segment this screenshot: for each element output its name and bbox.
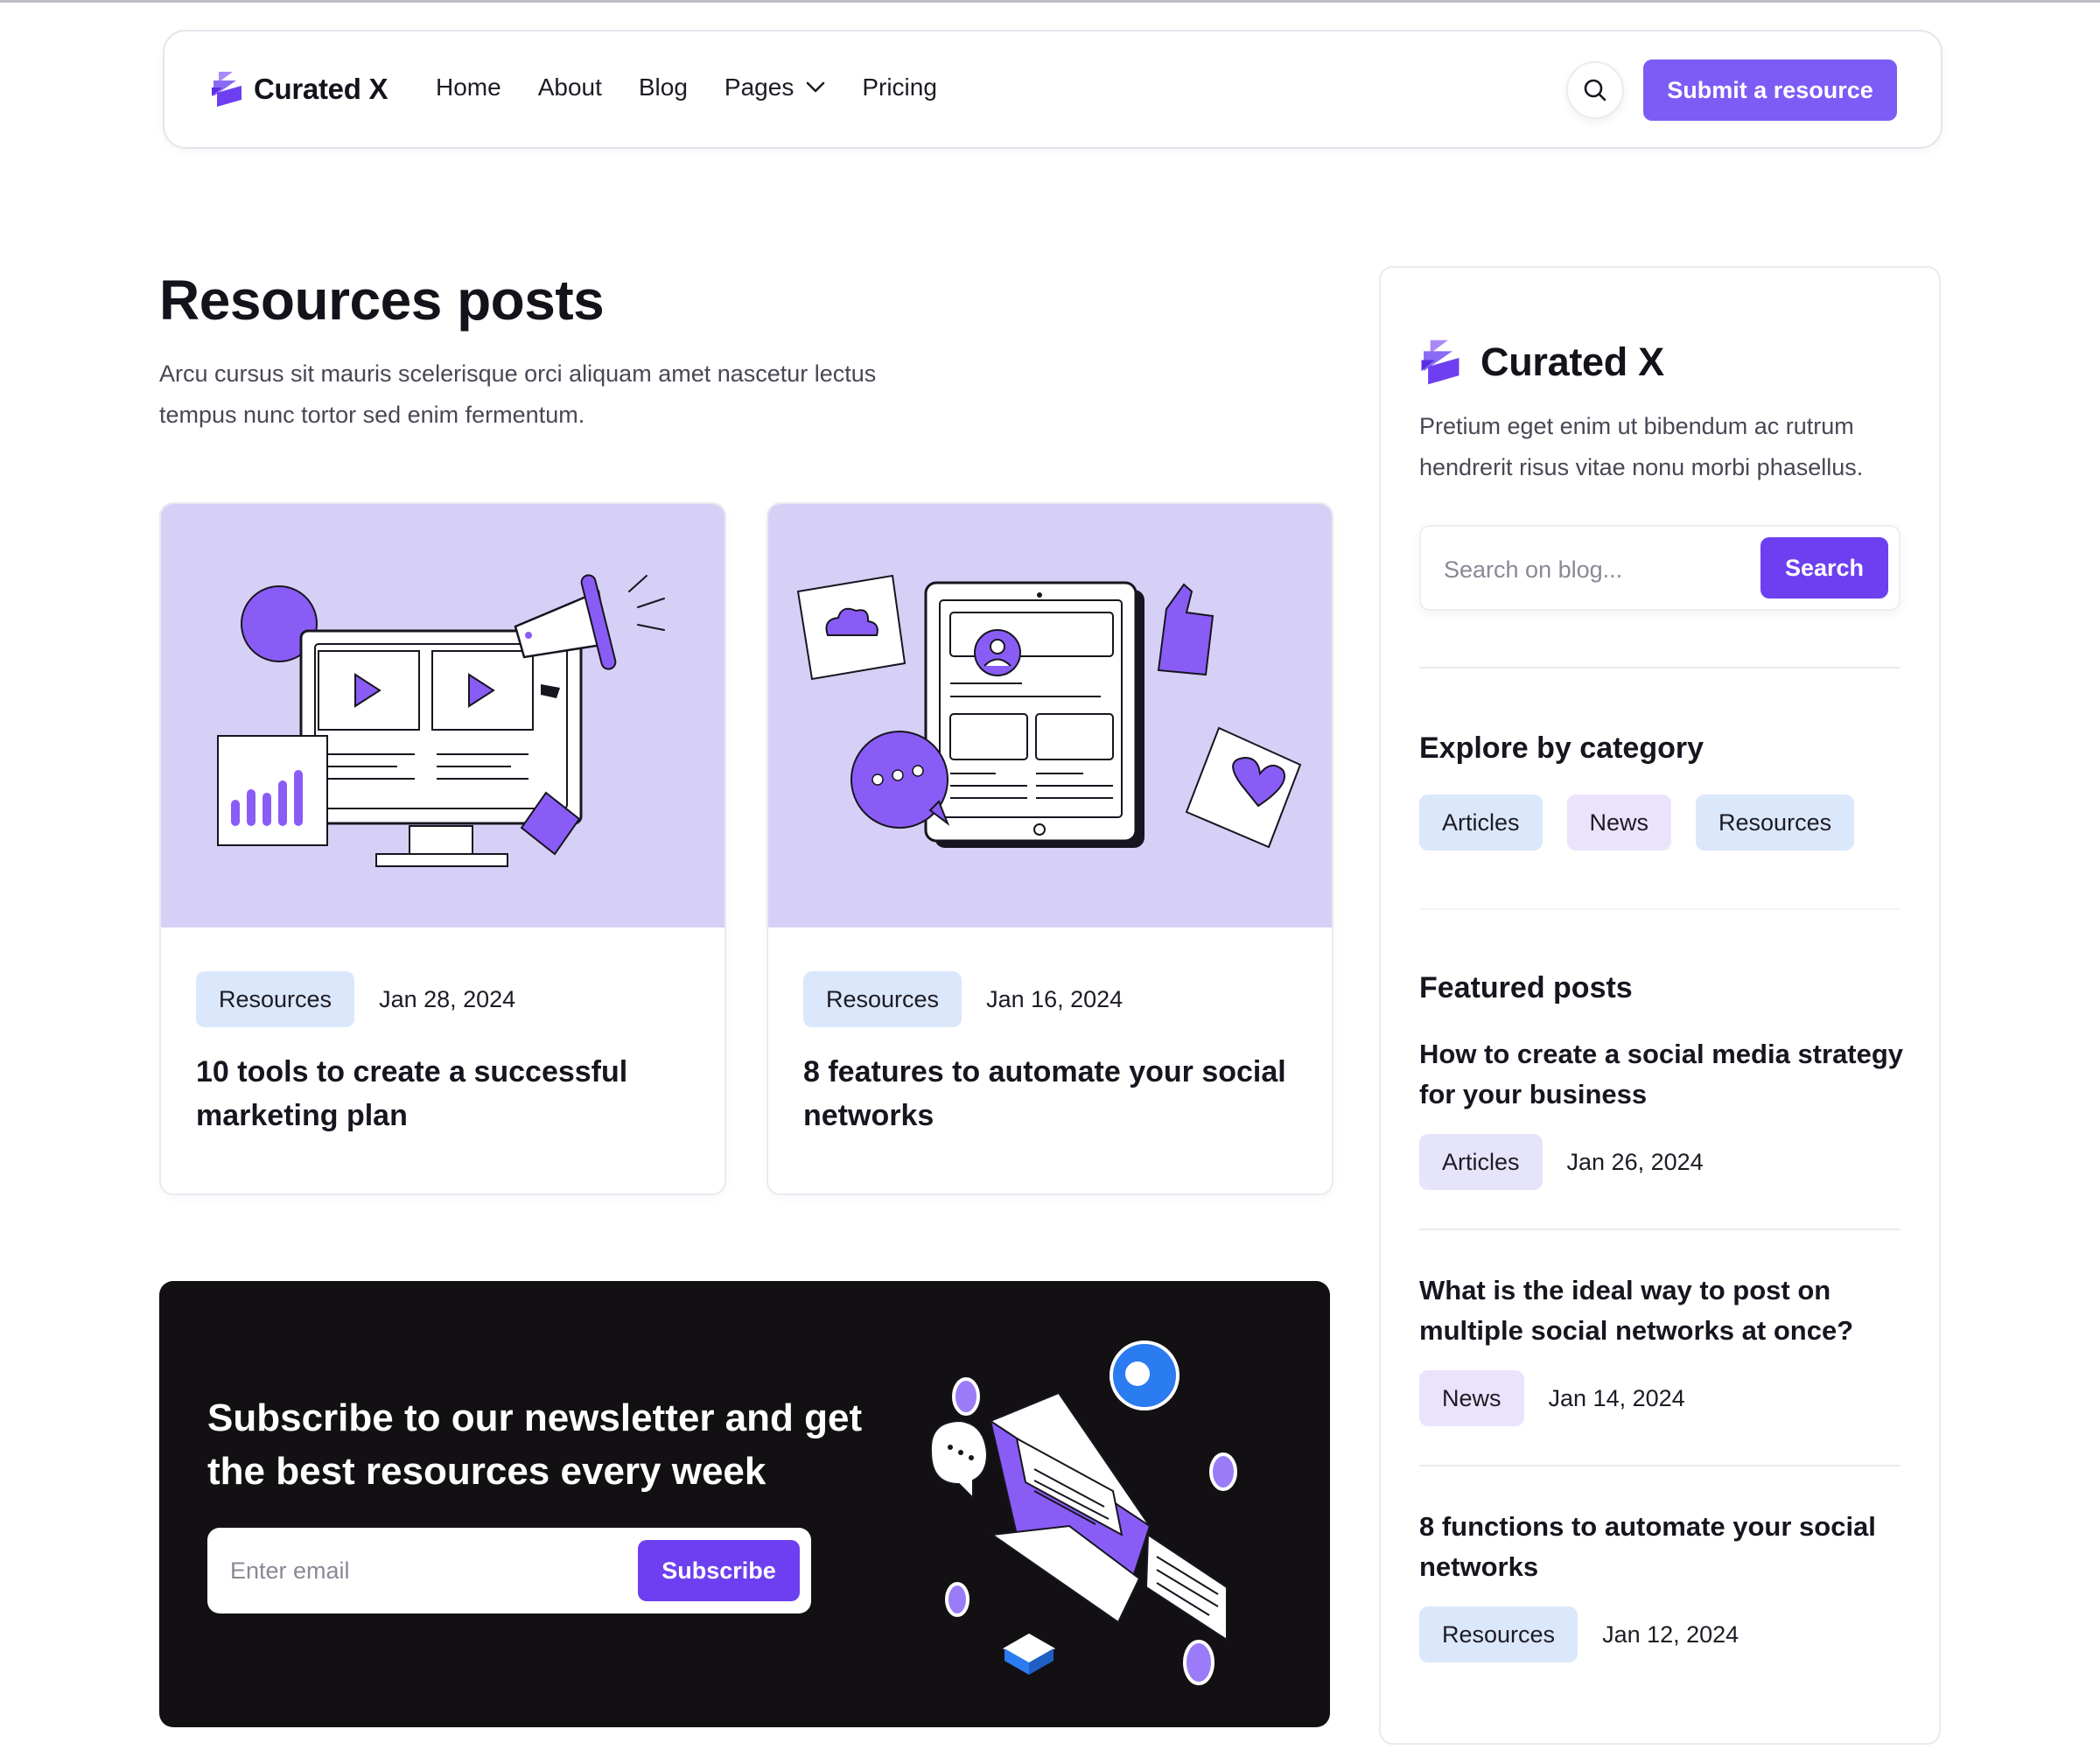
blog-search-button[interactable]: Search <box>1760 537 1888 598</box>
divider <box>1419 667 1900 668</box>
featured-post-title[interactable]: How to create a social media strategy fo… <box>1419 1034 1909 1115</box>
blog-search: Search <box>1419 525 1900 611</box>
page-title: Resources posts <box>159 269 605 332</box>
category-tag[interactable]: Resources <box>196 971 355 1027</box>
category-articles[interactable]: Articles <box>1419 794 1543 850</box>
nav-pages[interactable]: Pages <box>724 74 825 102</box>
newsletter-section: Subscribe to our newsletter and get the … <box>159 1281 1330 1727</box>
site-header: Curated X Home About Blog Pages Pricing … <box>163 30 1942 149</box>
featured-post-date: Jan 14, 2024 <box>1548 1384 1685 1411</box>
featured-post-meta: News Jan 14, 2024 <box>1419 1370 1909 1426</box>
divider <box>1419 1465 1900 1466</box>
marketing-illustration <box>217 574 665 867</box>
post-title[interactable]: 10 tools to create a successful marketin… <box>196 1050 704 1138</box>
sidebar-description: Pretium eget enim ut bibendum ac rutrum … <box>1419 413 1864 480</box>
featured-post-title[interactable]: 8 functions to automate your social netw… <box>1419 1507 1909 1587</box>
post-card[interactable]: Resources Jan 28, 2024 10 tools to creat… <box>159 502 726 1195</box>
post-card[interactable]: Resources Jan 16, 2024 8 features to aut… <box>766 502 1334 1195</box>
featured-post[interactable]: 8 functions to automate your social netw… <box>1419 1507 1909 1662</box>
submit-resource-button[interactable]: Submit a resource <box>1643 60 1897 121</box>
featured-heading: Featured posts <box>1419 971 1633 1004</box>
categories-heading: Explore by category <box>1419 732 1704 765</box>
featured-post[interactable]: What is the ideal way to post on multipl… <box>1419 1270 1909 1426</box>
post-card-image <box>768 504 1332 928</box>
email-input[interactable] <box>209 1530 629 1612</box>
newsletter-form: Subscribe <box>207 1528 811 1614</box>
chevron-down-icon <box>807 81 825 93</box>
featured-post-title[interactable]: What is the ideal way to post on multipl… <box>1419 1270 1909 1351</box>
blog-search-input[interactable] <box>1423 528 1755 611</box>
logo-icon <box>1421 340 1460 385</box>
post-meta: Resources Jan 16, 2024 <box>803 971 1123 1027</box>
logo-icon <box>212 72 242 107</box>
category-tag[interactable]: News <box>1419 1370 1524 1426</box>
sidebar: Curated X Pretium eget enim ut bibendum … <box>1379 266 1941 1745</box>
nav-pages-label: Pages <box>724 74 794 101</box>
search-icon <box>1584 79 1606 102</box>
post-title[interactable]: 8 features to automate your social netwo… <box>803 1050 1311 1138</box>
post-date: Jan 16, 2024 <box>986 985 1124 1012</box>
sidebar-brand-name: Curated X <box>1480 340 1664 384</box>
header-search-button[interactable] <box>1566 61 1624 119</box>
newsletter-title: Subscribe to our newsletter and get the … <box>207 1396 863 1493</box>
brand-logo[interactable]: Curated X <box>210 70 388 108</box>
featured-post-meta: Resources Jan 12, 2024 <box>1419 1606 1909 1662</box>
sidebar-brand-logo[interactable]: Curated X <box>1419 338 1664 387</box>
featured-post-date: Jan 26, 2024 <box>1566 1148 1704 1175</box>
social-illustration <box>796 574 1302 849</box>
post-date: Jan 28, 2024 <box>379 985 516 1012</box>
subscribe-button[interactable]: Subscribe <box>638 1540 800 1601</box>
main-nav: Home About Blog Pages Pricing <box>436 74 974 102</box>
divider <box>1419 1228 1900 1230</box>
featured-post-meta: Articles Jan 26, 2024 <box>1419 1134 1909 1190</box>
window-top-border <box>0 0 2100 3</box>
category-news[interactable]: News <box>1566 794 1672 850</box>
category-tag[interactable]: Resources <box>803 971 962 1027</box>
brand-name: Curated X <box>254 73 388 105</box>
page-subtitle: Arcu cursus sit mauris scelerisque orci … <box>159 360 877 428</box>
featured-post-date: Jan 12, 2024 <box>1602 1620 1740 1648</box>
category-resources[interactable]: Resources <box>1696 794 1855 850</box>
nav-pricing[interactable]: Pricing <box>862 74 937 102</box>
nav-blog[interactable]: Blog <box>639 74 688 102</box>
nav-about[interactable]: About <box>538 74 602 102</box>
envelope-illustration <box>929 1340 1237 1685</box>
divider <box>1419 908 1900 910</box>
category-tag[interactable]: Resources <box>1419 1606 1578 1662</box>
nav-home[interactable]: Home <box>436 74 501 102</box>
post-card-image <box>161 504 724 928</box>
featured-post[interactable]: How to create a social media strategy fo… <box>1419 1034 1909 1190</box>
category-list: Articles News Resources <box>1419 794 1879 850</box>
post-meta: Resources Jan 28, 2024 <box>196 971 515 1027</box>
category-tag[interactable]: Articles <box>1419 1134 1543 1190</box>
